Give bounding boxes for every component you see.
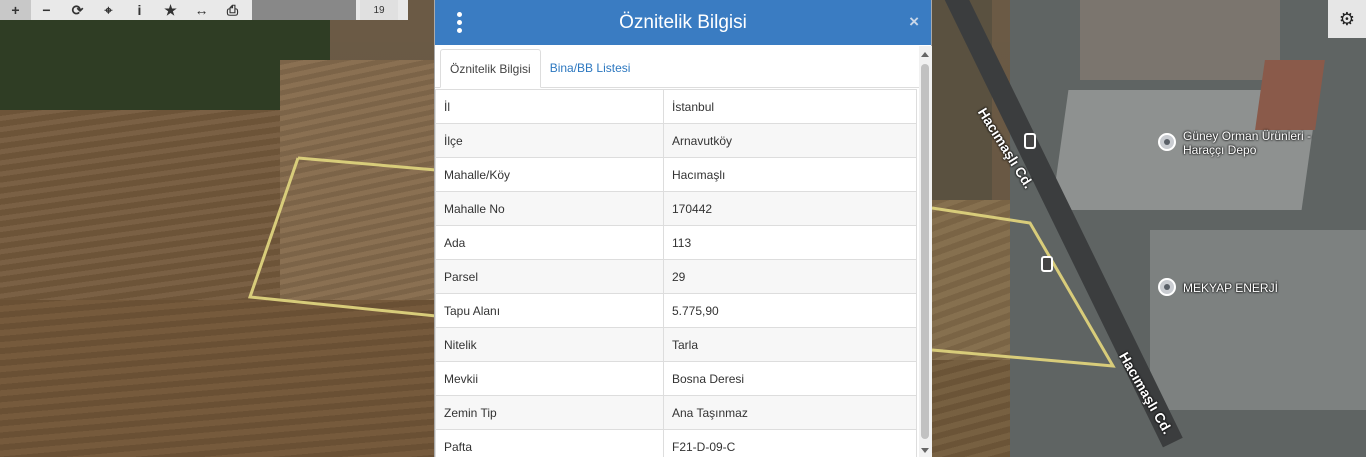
attribute-key: İlçe (435, 123, 664, 158)
poi-pin-icon[interactable] (1158, 133, 1176, 151)
refresh-icon[interactable]: ⟳ (62, 0, 93, 20)
attribute-value: Tarla (663, 327, 917, 362)
poi-pin-icon[interactable] (1158, 278, 1176, 296)
attribute-key: Zemin Tip (435, 395, 664, 430)
attribute-key: Pafta (435, 429, 664, 457)
dialog-header: Öznitelik Bilgisi × (435, 0, 931, 45)
table-row: Mahalle No 170442 (435, 191, 917, 226)
dialog-title: Öznitelik Bilgisi (619, 11, 747, 33)
menu-dots-icon[interactable] (451, 10, 467, 34)
zoom-out-icon[interactable]: − (31, 0, 62, 20)
bus-stop-icon[interactable] (1024, 133, 1036, 149)
attribute-value: F21-D-09-C (663, 429, 917, 457)
zoom-level: 19 (360, 0, 398, 20)
attribute-key: Tapu Alanı (435, 293, 664, 328)
attribute-value: 113 (663, 225, 917, 260)
attribute-value: Hacımaşlı (663, 157, 917, 192)
table-row: Nitelik Tarla (435, 327, 917, 362)
attribute-table: İl İstanbul İlçe Arnavutköy Mahalle/Köy Hacım… (435, 89, 917, 457)
scroll-up-icon[interactable] (921, 52, 929, 57)
info-icon[interactable]: i (124, 0, 155, 20)
scale-display (252, 0, 356, 20)
measure-icon[interactable]: ↔ (186, 0, 217, 20)
table-row: İlçe Arnavutköy (435, 123, 917, 158)
attribute-value: Ana Taşınmaz (663, 395, 917, 430)
poi-label: Güney Orman Ürünleri - Haraççı Depo (1183, 129, 1312, 157)
poi-label: MEKYAP ENERJİ (1183, 281, 1278, 295)
attribute-value: Arnavutköy (663, 123, 917, 158)
star-icon[interactable]: ★ (155, 0, 186, 20)
scroll-down-icon[interactable] (921, 448, 929, 453)
settings-gear-icon[interactable]: ⚙ (1328, 0, 1366, 38)
attribute-value: İstanbul (663, 89, 917, 124)
scrollbar[interactable] (919, 46, 932, 457)
attribute-key: Parsel (435, 259, 664, 294)
table-row: Mevkii Bosna Deresi (435, 361, 917, 396)
zoom-in-icon[interactable]: + (0, 0, 31, 20)
dialog-tabs: Öznitelik Bilgisi Bina/BB Listesi (435, 45, 931, 88)
table-row: İl İstanbul (435, 89, 917, 124)
table-row: Ada 113 (435, 225, 917, 260)
close-icon[interactable]: × (909, 12, 919, 32)
attribute-key: İl (435, 89, 664, 124)
attribute-key: Ada (435, 225, 664, 260)
map-toolbar: + − ⟳ ⌖ i ★ ↔ ⎙ 19 (0, 0, 408, 20)
table-row: Tapu Alanı 5.775,90 (435, 293, 917, 328)
attribute-key: Mahalle No (435, 191, 664, 226)
attribute-key: Mevkii (435, 361, 664, 396)
bus-stop-icon[interactable] (1041, 256, 1053, 272)
table-row: Parsel 29 (435, 259, 917, 294)
attribute-table-wrap: İl İstanbul İlçe Arnavutköy Mahalle/Köy Hacım… (435, 89, 918, 457)
tab-attributes[interactable]: Öznitelik Bilgisi (440, 49, 541, 88)
locate-icon[interactable]: ⌖ (93, 0, 124, 20)
attribute-value: 29 (663, 259, 917, 294)
attribute-dialog: Öznitelik Bilgisi × Öznitelik Bilgisi Bi… (434, 0, 932, 457)
attribute-value: 170442 (663, 191, 917, 226)
scroll-thumb[interactable] (921, 64, 929, 439)
print-icon[interactable]: ⎙ (217, 0, 248, 20)
attribute-key: Nitelik (435, 327, 664, 362)
tab-building-list[interactable]: Bina/BB Listesi (541, 48, 640, 87)
table-row: Zemin Tip Ana Taşınmaz (435, 395, 917, 430)
attribute-key: Mahalle/Köy (435, 157, 664, 192)
table-row: Pafta F21-D-09-C (435, 429, 917, 457)
table-row: Mahalle/Köy Hacımaşlı (435, 157, 917, 192)
attribute-value: 5.775,90 (663, 293, 917, 328)
attribute-value: Bosna Deresi (663, 361, 917, 396)
